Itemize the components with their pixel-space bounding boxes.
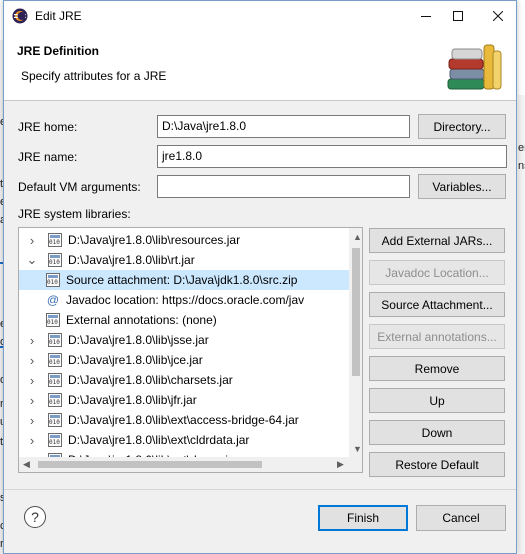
jar-icon [48,353,62,367]
add-external-jars-label: Add External JARs... [381,233,493,248]
vm-arguments-label: Default VM arguments: [18,180,141,194]
vertical-scroll-thumb[interactable] [352,248,360,376]
chevron-right-icon[interactable]: › [26,353,38,368]
chevron-right-icon[interactable]: › [26,233,38,248]
library-tree-item-label: D:\Java\jre1.8.0\lib\charsets.jar [68,373,233,387]
down-label: Down [421,425,453,440]
library-tree-item-label: Javadoc location: https://docs.oracle.co… [66,293,305,307]
library-tree-item[interactable]: › D:\Java\jre1.8.0\lib\jsse.jar [19,330,349,350]
jre-home-label-text: JRE home: [18,120,78,134]
library-tree-item[interactable]: › D:\Java\jre1.8.0\lib\jfr.jar [19,390,349,410]
scroll-right-icon[interactable]: ▶ [337,459,344,470]
annotations-icon [46,313,60,327]
header-banner: JRE Definition Specify attributes for a … [4,31,516,101]
restore-default-label: Restore Default [395,457,479,472]
library-tree-item-label: D:\Java\jre1.8.0\lib\jfr.jar [68,393,197,407]
jar-icon [48,393,62,407]
vm-arguments-label-text: Default VM arguments: [18,180,141,194]
background-text: ns [518,160,525,172]
jar-icon [48,253,62,267]
help-icon[interactable]: ? [24,506,46,528]
finish-label: Finish [346,511,379,525]
vm-arguments-field[interactable] [157,175,410,198]
source-attachment-label: Source Attachment... [381,297,493,312]
up-button[interactable]: Up [369,388,505,413]
jre-name-label-text: JRE name: [18,150,78,164]
library-tree-item[interactable]: @ Javadoc location: https://docs.oracle.c… [19,290,349,310]
close-button[interactable] [480,1,516,31]
maximize-button[interactable] [440,1,476,31]
library-tree-item[interactable]: ⌄ D:\Java\jre1.8.0\lib\rt.jar [19,250,349,270]
variables-button[interactable]: Variables... [418,174,506,199]
system-libraries-label: JRE system libraries: [18,207,131,221]
directory-button-label: Directory... [433,119,491,134]
library-tree-item-label: D:\Java\jre1.8.0\lib\jce.jar [68,353,203,367]
library-tree-item-label: D:\Java\jre1.8.0\lib\resources.jar [68,233,241,247]
cancel-label: Cancel [442,511,480,525]
horizontal-scroll-thumb[interactable] [38,461,262,468]
source-attachment-icon [46,273,60,287]
source-attachment-button[interactable]: Source Attachment... [369,292,505,317]
chevron-right-icon[interactable]: › [26,413,38,428]
jre-name-label: JRE name: [18,150,77,164]
minimize-button[interactable] [408,1,444,31]
jar-icon [48,413,62,427]
remove-button[interactable]: Remove [369,356,505,381]
scroll-down-icon[interactable]: ▼ [353,444,362,454]
scroll-up-icon[interactable]: ▲ [353,232,362,242]
banner-title: JRE Definition [17,44,100,58]
library-tree-item[interactable]: Source attachment: D:\Java\jdk1.8.0\src.… [19,270,349,290]
system-libraries-tree[interactable]: › D:\Java\jre1.8.0\lib\resources.jar ⌄ D:\J… [18,227,363,473]
banner-description: Specify attributes for a JRE [21,69,167,83]
javadoc-location-button[interactable]: Javadoc Location... [369,260,505,285]
library-tree-item[interactable]: External annotations: (none) [19,310,349,330]
jre-name-field[interactable]: jre1.8.0 [157,145,507,168]
library-books-icon [442,39,504,95]
chevron-down-icon[interactable]: ⌄ [26,252,38,268]
edit-jre-dialog: Edit JRE JRE Definition Specify attribut… [3,0,517,554]
library-tree-item-label: D:\Java\jre1.8.0\lib\rt.jar [68,253,195,267]
library-tree-item[interactable]: › D:\Java\jre1.8.0\lib\charsets.jar [19,370,349,390]
library-tree-item-label: External annotations: (none) [66,313,217,327]
jre-home-field[interactable]: D:\Java\jre1.8.0 [157,115,410,138]
directory-button[interactable]: Directory... [418,114,506,139]
jar-icon [48,333,62,347]
finish-button[interactable]: Finish [318,505,408,531]
chevron-right-icon[interactable]: › [26,333,38,348]
chevron-right-icon[interactable]: › [26,433,38,448]
system-libraries-label-text: JRE system libraries: [18,207,131,221]
library-tree-item-label: D:\Java\jre1.8.0\lib\ext\cldrdata.jar [68,433,250,447]
library-tree-item[interactable]: › D:\Java\jre1.8.0\lib\jce.jar [19,350,349,370]
variables-button-label: Variables... [432,179,492,194]
jar-icon [48,233,62,247]
javadoc-icon: @ [46,293,60,307]
down-button[interactable]: Down [369,420,505,445]
scroll-left-icon[interactable]: ◀ [23,459,30,470]
external-annotations-label: External annotations... [377,329,497,344]
up-label: Up [429,393,445,408]
cancel-button[interactable]: Cancel [416,505,506,531]
library-tree-item[interactable]: › D:\Java\jre1.8.0\lib\ext\access-bridge-… [19,410,349,430]
add-external-jars-button[interactable]: Add External JARs... [369,228,505,253]
window-title: Edit JRE [35,9,82,23]
jar-icon [48,433,62,447]
chevron-right-icon[interactable]: › [26,393,38,408]
chevron-right-icon[interactable]: › [26,373,38,388]
jar-icon [48,373,62,387]
library-tree-item[interactable]: › D:\Java\jre1.8.0\lib\ext\cldrdata.jar [19,430,349,450]
library-tree-item-label: D:\Java\jre1.8.0\lib\jsse.jar [68,333,209,347]
external-annotations-button[interactable]: External annotations... [369,324,505,349]
title-bar[interactable]: Edit JRE [4,1,516,31]
eclipse-icon [12,8,28,24]
footer-divider [4,489,516,490]
jre-home-label: JRE home: [18,120,77,134]
background-text: er [518,142,525,154]
library-tree-item[interactable]: › D:\Java\jre1.8.0\lib\resources.jar [19,230,349,250]
library-tree-item-label: Source attachment: D:\Java\jdk1.8.0\src.… [66,273,298,287]
restore-default-button[interactable]: Restore Default [369,452,505,477]
remove-label: Remove [414,361,460,376]
library-tree-item-label: D:\Java\jre1.8.0\lib\ext\access-bridge-6… [68,413,299,427]
javadoc-location-label: Javadoc Location... [385,265,489,280]
